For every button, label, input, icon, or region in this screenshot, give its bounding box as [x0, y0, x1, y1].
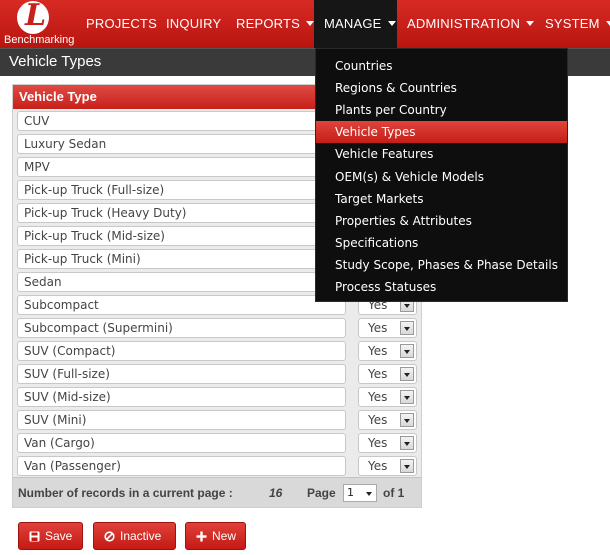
table-row: Van (Cargo) Yes: [17, 433, 417, 453]
chevron-down-icon[interactable]: [400, 390, 414, 404]
menu-item-properties-attributes[interactable]: Properties & Attributes: [316, 210, 567, 232]
table-row: SUV (Full-size) Yes: [17, 364, 417, 384]
save-label: Save: [45, 529, 73, 543]
chevron-down-icon[interactable]: [400, 436, 414, 450]
status-value: Yes: [368, 459, 388, 473]
caret-down-icon: [306, 21, 315, 27]
nav-system[interactable]: SYSTEM: [545, 0, 610, 48]
nav-reports[interactable]: REPORTS: [236, 0, 315, 48]
nav-label: PROJECTS: [86, 16, 157, 31]
floppy-disk-icon: [29, 531, 40, 542]
vehicle-type-input[interactable]: Sedan: [17, 272, 346, 292]
table-row: SUV (Mid-size) Yes: [17, 387, 417, 407]
vehicle-type-input[interactable]: Pick-up Truck (Full-size): [17, 180, 346, 200]
status-value: Yes: [368, 321, 388, 335]
save-button[interactable]: Save: [18, 522, 83, 550]
vehicle-type-input[interactable]: Subcompact (Supermini): [17, 318, 346, 338]
table-row: SUV (Mini) Yes: [17, 410, 417, 430]
chevron-down-icon[interactable]: [400, 321, 414, 335]
chevron-down-icon[interactable]: [400, 459, 414, 473]
vehicle-type-input[interactable]: Pick-up Truck (Mini): [17, 249, 346, 269]
table-row: Van (Passenger) Yes: [17, 456, 417, 476]
brand-logo[interactable]: L Benchmarking: [0, 0, 76, 48]
menu-item-vehicle-types[interactable]: Vehicle Types: [316, 121, 567, 143]
vehicle-type-input[interactable]: CUV: [17, 111, 346, 131]
caret-down-icon: [605, 21, 610, 27]
status-select[interactable]: Yes: [358, 364, 417, 384]
menu-item-vehicle-features[interactable]: Vehicle Features: [316, 143, 567, 165]
caret-down-icon: [526, 21, 535, 27]
nav-manage[interactable]: MANAGE: [314, 0, 397, 48]
chevron-down-icon[interactable]: [400, 367, 414, 381]
menu-item-oem-vehicle-models[interactable]: OEM(s) & Vehicle Models: [316, 166, 567, 188]
status-select[interactable]: Yes: [358, 410, 417, 430]
logo-letter: L: [25, 0, 47, 33]
vehicle-type-input[interactable]: SUV (Compact): [17, 341, 346, 361]
vehicle-type-input[interactable]: Subcompact: [17, 295, 346, 315]
vehicle-type-input[interactable]: SUV (Full-size): [17, 364, 346, 384]
vehicle-type-input[interactable]: Luxury Sedan: [17, 134, 346, 154]
page-title: Vehicle Types: [9, 53, 102, 70]
nav-administration[interactable]: ADMINISTRATION: [407, 0, 535, 48]
status-value: Yes: [368, 344, 388, 358]
vehicle-type-input[interactable]: Pick-up Truck (Heavy Duty): [17, 203, 346, 223]
ban-icon: [104, 531, 115, 542]
vehicle-type-input[interactable]: Van (Passenger): [17, 456, 346, 476]
new-button[interactable]: New: [185, 522, 246, 550]
brand-name: Benchmarking: [4, 34, 75, 46]
status-select[interactable]: Yes: [358, 341, 417, 361]
status-select[interactable]: Yes: [358, 318, 417, 338]
table-footer: Number of records in a current page : 16…: [13, 477, 421, 507]
vehicle-type-input[interactable]: SUV (Mid-size): [17, 387, 346, 407]
plus-icon: [196, 531, 207, 542]
nav-inquiry[interactable]: INQUIRY: [166, 0, 221, 48]
nav-label: SYSTEM: [545, 16, 600, 31]
page-label: Page: [307, 486, 336, 500]
inactive-label: Inactive: [120, 529, 162, 543]
records-label: Number of records in a current page :: [18, 486, 233, 500]
manage-dropdown-menu: Countries Regions & Countries Plants per…: [315, 48, 568, 302]
records-count: 16: [269, 486, 283, 500]
menu-item-target-markets[interactable]: Target Markets: [316, 188, 567, 210]
top-nav-bar: L Benchmarking PROJECTS INQUIRY REPORTS …: [0, 0, 610, 48]
chevron-down-icon[interactable]: [400, 344, 414, 358]
status-select[interactable]: Yes: [358, 387, 417, 407]
vehicle-type-input[interactable]: Van (Cargo): [17, 433, 346, 453]
nav-label: ADMINISTRATION: [407, 16, 521, 31]
status-select[interactable]: Yes: [358, 433, 417, 453]
table-row: Subcompact (Supermini) Yes: [17, 318, 417, 338]
column-header-vehicle-type: Vehicle Type: [19, 89, 97, 104]
menu-item-countries[interactable]: Countries: [316, 55, 567, 77]
nav-label: REPORTS: [236, 16, 301, 31]
chevron-down-icon[interactable]: [400, 413, 414, 427]
menu-item-regions-countries[interactable]: Regions & Countries: [316, 77, 567, 99]
status-value: Yes: [368, 436, 388, 450]
status-value: Yes: [368, 413, 388, 427]
vehicle-type-input[interactable]: MPV: [17, 157, 346, 177]
menu-item-study-scope[interactable]: Study Scope, Phases & Phase Details: [316, 254, 567, 276]
nav-label: MANAGE: [324, 16, 382, 31]
status-select[interactable]: Yes: [358, 456, 417, 476]
menu-item-specifications[interactable]: Specifications: [316, 232, 567, 254]
menu-item-plants-per-country[interactable]: Plants per Country: [316, 99, 567, 121]
caret-down-icon: [387, 21, 396, 27]
page-select[interactable]: 1: [343, 484, 377, 502]
nav-label: INQUIRY: [166, 16, 222, 31]
status-value: Yes: [368, 390, 388, 404]
page-total: of 1: [383, 486, 405, 500]
new-label: New: [212, 529, 237, 543]
vehicle-type-input[interactable]: SUV (Mini): [17, 410, 346, 430]
table-row: SUV (Compact) Yes: [17, 341, 417, 361]
menu-item-process-statuses[interactable]: Process Statuses: [316, 276, 567, 298]
vehicle-type-input[interactable]: Pick-up Truck (Mid-size): [17, 226, 346, 246]
status-value: Yes: [368, 367, 388, 381]
inactive-button[interactable]: Inactive: [93, 522, 176, 550]
nav-projects[interactable]: PROJECTS: [86, 0, 157, 48]
